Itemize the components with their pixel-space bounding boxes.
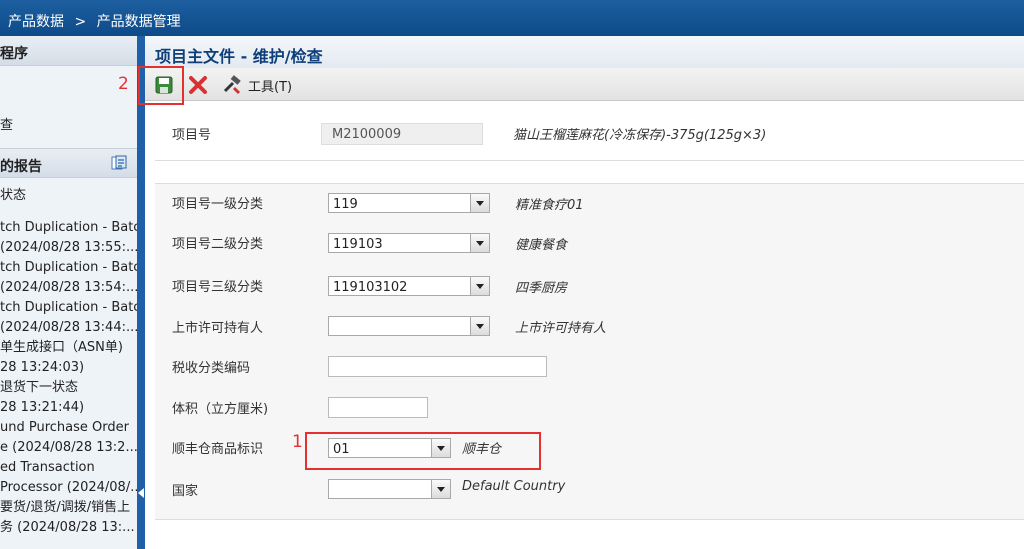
holder-label: 上市许可持有人 <box>172 321 264 336</box>
report-item-time[interactable]: 28 13:21:44) <box>0 398 137 418</box>
page-title: 项目主文件 - 维护/检查 <box>145 36 1024 68</box>
cat2-description: 健康餐食 <box>515 238 568 253</box>
sidebar-splitter[interactable] <box>137 36 145 549</box>
report-item[interactable]: 单生成接口（ASN单) <box>0 338 137 358</box>
reports-header-label: 的报告 <box>0 159 42 175</box>
cat2-select[interactable]: 119103 <box>328 233 490 253</box>
annotation-box-sf-flag <box>305 432 541 470</box>
tools-icon[interactable] <box>222 75 242 95</box>
cat3-value: 119103102 <box>333 280 408 295</box>
collapse-arrow-icon[interactable] <box>138 488 144 498</box>
breadcrumb-current: 产品数据管理 <box>96 14 181 30</box>
country-description: Default Country <box>462 479 566 494</box>
cat3-description: 四季厨房 <box>515 281 568 296</box>
cat2-value: 119103 <box>333 237 383 252</box>
item-description: 猫山王榴莲麻花(冷冻保存)-375g(125g×3) <box>513 128 767 143</box>
breadcrumb-separator: > <box>74 14 87 30</box>
report-item[interactable]: tch Duplication - Batch <box>0 258 137 278</box>
country-label: 国家 <box>172 484 199 499</box>
volume-label: 体积（立方厘米) <box>172 402 269 417</box>
chevron-down-icon[interactable] <box>470 277 489 295</box>
cat3-select[interactable]: 119103102 <box>328 276 490 296</box>
holder-select[interactable] <box>328 316 490 336</box>
report-item-time[interactable]: (2024/08/28 13:54:... <box>0 278 137 298</box>
report-item[interactable]: und Purchase Order <box>0 418 137 438</box>
country-select[interactable] <box>328 479 451 499</box>
cat1-select[interactable]: 119 <box>328 193 490 213</box>
toolbar: 工具(T) <box>145 68 1024 101</box>
report-item[interactable]: 状态 <box>0 186 137 206</box>
report-item-time[interactable]: (2024/08/28 13:55:... <box>0 238 137 258</box>
cancel-icon[interactable] <box>188 75 208 95</box>
reports-header: 的报告 <box>0 148 137 178</box>
report-item-time[interactable]: (2024/08/28 13:44:... <box>0 318 137 338</box>
breadcrumb-root[interactable]: 产品数据 <box>8 14 64 30</box>
classification-section <box>155 183 1024 520</box>
annotation-number-1: 1 <box>292 432 303 452</box>
chevron-down-icon[interactable] <box>470 194 489 212</box>
sidebar-header: 程序 <box>0 36 137 66</box>
report-item-time[interactable]: 28 13:24:03) <box>0 358 137 378</box>
report-item[interactable]: tch Duplication - Batch <box>0 298 137 318</box>
chevron-down-icon[interactable] <box>470 317 489 335</box>
item-no-field: M2100009 <box>321 123 483 145</box>
report-item-time[interactable]: Processor (2024/08/... <box>0 478 137 498</box>
cat1-description: 精准食疗01 <box>515 198 584 213</box>
refresh-icon[interactable] <box>111 155 127 171</box>
sidebar-item[interactable]: 查 <box>0 116 13 136</box>
report-item[interactable]: ed Transaction <box>0 458 137 478</box>
breadcrumb: 产品数据 > 产品数据管理 <box>0 0 1024 36</box>
annotation-box-save <box>138 66 184 105</box>
main-panel: 项目主文件 - 维护/检查 工具(T) 项目号 M2100009 猫山王榴莲麻花… <box>118 36 1024 549</box>
report-item[interactable]: 要货/退货/调拨/销售上 <box>0 498 137 518</box>
cat3-label: 项目号三级分类 <box>172 280 264 295</box>
holder-description: 上市许可持有人 <box>515 321 607 336</box>
volume-input[interactable] <box>328 397 428 418</box>
chevron-down-icon[interactable] <box>470 234 489 252</box>
report-item[interactable]: tch Duplication - Batch <box>0 218 137 238</box>
report-item-time[interactable]: 务 (2024/08/28 13:... <box>0 518 137 538</box>
sidebar: 程序 查 的报告 状态 tch Duplication - Batch (202… <box>0 36 137 549</box>
tax-label: 税收分类编码 <box>172 361 251 376</box>
sf-flag-label: 顺丰仓商品标识 <box>172 442 264 457</box>
cat1-label: 项目号一级分类 <box>172 197 264 212</box>
report-list: 状态 tch Duplication - Batch (2024/08/28 1… <box>0 186 137 538</box>
cat1-value: 119 <box>333 197 358 212</box>
divider <box>155 160 1024 161</box>
cat2-label: 项目号二级分类 <box>172 237 264 252</box>
tools-menu-label[interactable]: 工具(T) <box>248 76 292 95</box>
tax-code-input[interactable] <box>328 356 547 377</box>
annotation-number-2: 2 <box>118 74 129 94</box>
report-item[interactable]: 退货下一状态 <box>0 378 137 398</box>
item-no-label: 项目号 <box>172 128 212 143</box>
report-item-time[interactable]: e (2024/08/28 13:2... <box>0 438 137 458</box>
chevron-down-icon[interactable] <box>431 480 450 498</box>
